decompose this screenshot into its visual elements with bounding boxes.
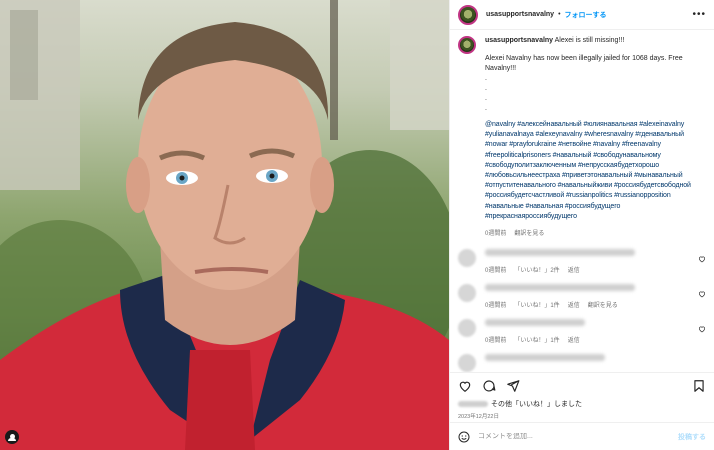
- post-details-panel: usasupportsnavalny • フォローする ••• usasuppo…: [449, 0, 714, 450]
- separator-dot: •: [558, 11, 561, 18]
- caption-title: Alexei is still missing!!!: [554, 37, 625, 44]
- emoji-icon[interactable]: [458, 431, 470, 443]
- header-username[interactable]: usasupportsnavalny: [486, 11, 554, 18]
- action-bar: [450, 372, 714, 398]
- comment-row: 0週間前 「いいね！」1件 返信 翻訳を見る: [458, 284, 706, 309]
- comment-row: [458, 354, 706, 372]
- comment-row: 0週間前 「いいね！」2件 返信: [458, 249, 706, 274]
- comment-reply-link[interactable]: 返信: [568, 335, 580, 344]
- comment-translate-link[interactable]: 翻訳を見る: [588, 300, 618, 309]
- comment-time: 0週間前: [485, 303, 507, 310]
- caption-translate-link[interactable]: 翻訳を見る: [514, 229, 544, 239]
- share-icon[interactable]: [506, 379, 520, 393]
- comment-heart-icon[interactable]: [698, 255, 706, 263]
- commenter-avatar[interactable]: [458, 249, 476, 268]
- ellipsis-icon[interactable]: •••: [692, 9, 706, 20]
- post-photo[interactable]: [0, 0, 449, 450]
- comment-text-blurred: [485, 249, 635, 257]
- user-tag-icon[interactable]: [5, 430, 19, 444]
- commenter-avatar[interactable]: [458, 319, 476, 338]
- comment-likes[interactable]: 「いいね！」1件: [514, 300, 559, 309]
- comment-text-blurred: [485, 319, 585, 327]
- comment-time: 0週間前: [485, 268, 507, 275]
- comment-likes[interactable]: 「いいね！」2件: [514, 265, 559, 274]
- caption-username[interactable]: usasupportsnavalny: [485, 37, 553, 44]
- caption-dot: .: [485, 95, 487, 102]
- post-date: 2023年12月22日: [458, 414, 499, 420]
- avatar[interactable]: [458, 4, 478, 25]
- likes-text: その他「いいね！」しました: [491, 401, 582, 408]
- comment-input[interactable]: [478, 433, 678, 440]
- comments-list[interactable]: usasupportsnavalny Alexei is still missi…: [450, 30, 714, 372]
- caption-hashtags[interactable]: @navalny #алексейнавальный #юлиянавальна…: [485, 120, 706, 222]
- add-comment-bar: 投稿する: [450, 422, 714, 450]
- comment-row: 0週間前 「いいね！」1件 返信: [458, 319, 706, 344]
- caption-time: 0週間前: [485, 231, 507, 238]
- post-comment-button[interactable]: 投稿する: [678, 432, 706, 442]
- caption-avatar[interactable]: [458, 36, 476, 54]
- commenter-avatar[interactable]: [458, 284, 476, 303]
- likes-summary[interactable]: その他「いいね！」しました: [450, 398, 714, 410]
- post-header: usasupportsnavalny • フォローする •••: [450, 0, 714, 30]
- comment-reply-link[interactable]: 返信: [568, 265, 580, 274]
- comment-heart-icon[interactable]: [698, 290, 706, 298]
- portrait-image: [0, 0, 449, 450]
- caption-dot: .: [485, 75, 487, 82]
- comment-icon[interactable]: [482, 379, 496, 393]
- comment-heart-icon[interactable]: [698, 325, 706, 333]
- liker-name-blurred: [458, 401, 488, 407]
- caption-dot: .: [485, 85, 487, 92]
- follow-button[interactable]: フォローする: [565, 10, 607, 20]
- comment-time: 0週間前: [485, 338, 507, 345]
- comment-text-blurred: [485, 354, 605, 362]
- bookmark-icon[interactable]: [692, 379, 706, 393]
- commenter-avatar[interactable]: [458, 354, 476, 372]
- caption-body: Alexei Navalny has now been illegally ja…: [485, 55, 683, 72]
- comment-text-blurred: [485, 284, 635, 292]
- heart-icon[interactable]: [458, 379, 472, 393]
- caption-dot: .: [485, 105, 487, 112]
- comment-reply-link[interactable]: 返信: [568, 300, 580, 309]
- post-caption: usasupportsnavalny Alexei is still missi…: [458, 36, 706, 239]
- comment-likes[interactable]: 「いいね！」1件: [514, 335, 559, 344]
